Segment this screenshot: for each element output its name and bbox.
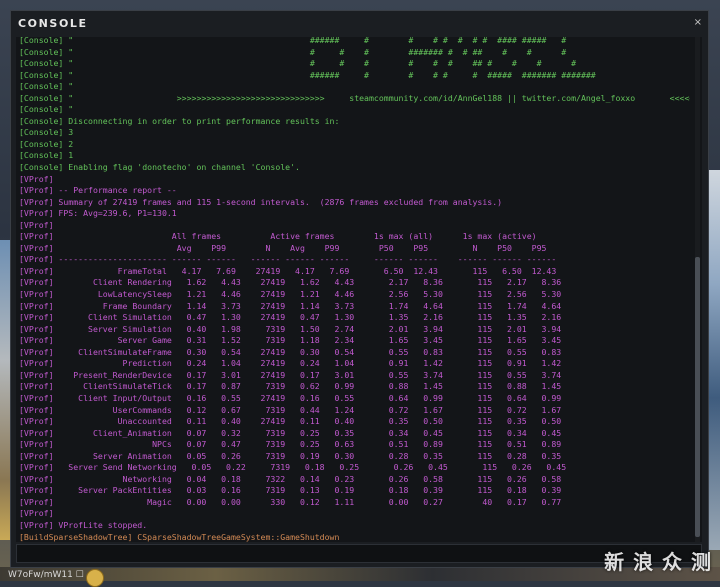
console-line: [VProf] Prediction 0.24 1.04 27419 0.24 … <box>19 358 562 369</box>
console-line: [VProf] Server PackEntities 0.03 0.16 73… <box>19 485 562 496</box>
console-line: [Console] 1 <box>19 150 74 161</box>
console-line: [VProf] Server Simulation 0.40 1.98 7319… <box>19 323 562 334</box>
console-line: [VProf] <box>19 219 54 230</box>
hud-status-text: W7oFw/mW11 ☐ <box>8 570 84 580</box>
console-line: [BuildSparseShadowTree] CSparseShadowTre… <box>19 531 340 542</box>
console-line: [VProf] Client Simulation 0.47 1.30 2741… <box>19 312 562 323</box>
console-line: [Console] " # # # # # # ## # # # # <box>19 58 577 69</box>
scrollbar-thumb[interactable] <box>695 257 700 537</box>
console-output[interactable]: [Console] " ###### # # # # # # # #### ##… <box>16 37 702 542</box>
game-background-left <box>0 240 10 540</box>
coin-icon <box>86 569 104 587</box>
console-line: [VProf] Networking 0.04 0.18 7322 0.14 0… <box>19 473 562 484</box>
console-line: [VProf] Summary of 27419 frames and 115 … <box>19 196 503 207</box>
console-line: [VProf] ---------------------- ------ --… <box>19 254 557 265</box>
console-line: [Console] " ###### # # # # # # # #### ##… <box>19 37 567 45</box>
console-line: [Console] Enabling flag 'donotecho' on c… <box>19 162 300 173</box>
console-line: [VProf] Server Send Networking 0.05 0.22… <box>19 462 567 473</box>
console-line: [VProf] Server Animation 0.05 0.26 7319 … <box>19 450 562 461</box>
window-title: CONSOLE <box>18 17 88 30</box>
console-window: CONSOLE × [Console] " ###### # # # # # #… <box>10 10 709 568</box>
console-line: [Console] 2 <box>19 138 74 149</box>
console-line: [VProf] <box>19 508 54 519</box>
console-line: [VProf] FrameTotal 4.17 7.69 27419 4.17 … <box>19 265 557 276</box>
console-line: [VProf] Client_Animation 0.07 0.32 7319 … <box>19 427 562 438</box>
console-line: [Console] " <box>19 104 74 115</box>
console-line: [VProf] Client Input/Output 0.16 0.55 27… <box>19 392 562 403</box>
console-input[interactable] <box>16 544 702 563</box>
close-icon[interactable]: × <box>694 17 702 28</box>
console-line: [VProf] Unaccounted 0.11 0.40 27419 0.11… <box>19 416 562 427</box>
console-line: [VProf] Frame Boundary 1.14 3.73 27419 1… <box>19 300 562 311</box>
console-line: [Console] Disconnecting in order to prin… <box>19 115 340 126</box>
console-line: [VProf] Magic 0.00 0.00 330 0.12 1.11 0.… <box>19 496 562 507</box>
console-line: [VProf] ClientSimulateFrame 0.30 0.54 27… <box>19 346 562 357</box>
console-line: [VProf] LowLatencySleep 1.21 4.46 27419 … <box>19 289 562 300</box>
console-line: [VProf] VProfLite stopped. <box>19 519 148 530</box>
console-line: [Console] 3 <box>19 127 74 138</box>
console-line: [VProf] NPCs 0.07 0.47 7319 0.25 0.63 0.… <box>19 439 562 450</box>
console-line: [VProf] ClientSimulateTick 0.17 0.87 731… <box>19 381 562 392</box>
console-line: [VProf] <box>19 173 54 184</box>
console-line: [VProf] FPS: Avg=239.6, P1=130.1 <box>19 208 177 219</box>
console-line: [VProf] -- Performance report -- <box>19 185 177 196</box>
console-line: [VProf] Present_RenderDevice 0.17 3.01 2… <box>19 369 562 380</box>
console-line: [VProf] All frames Active frames 1s max … <box>19 231 537 242</box>
output-lines: [Console] " ###### # # # # # # # #### ##… <box>19 37 690 542</box>
console-line: [VProf] Server Game 0.31 1.52 7319 1.18 … <box>19 335 562 346</box>
console-line: [Console] " # # # ####### # # ## # # # <box>19 46 567 57</box>
watermark: 新 浪 众 测 <box>604 550 712 574</box>
console-line: [Console] " >>>>>>>>>>>>>>>>>>>>>>>>>>>>… <box>19 92 690 103</box>
console-line: [Console] " <box>19 81 74 92</box>
console-line: [VProf] Client Rendering 1.62 4.43 27419… <box>19 277 562 288</box>
console-line: [VProf] Avg P99 N Avg P99 P50 P95 N P50 … <box>19 242 547 253</box>
title-bar[interactable]: CONSOLE × <box>11 11 708 37</box>
console-line: [VProf] UserCommands 0.12 0.67 7319 0.44… <box>19 404 562 415</box>
console-line: [Console] " ###### # # # # # ##### #####… <box>19 69 596 80</box>
